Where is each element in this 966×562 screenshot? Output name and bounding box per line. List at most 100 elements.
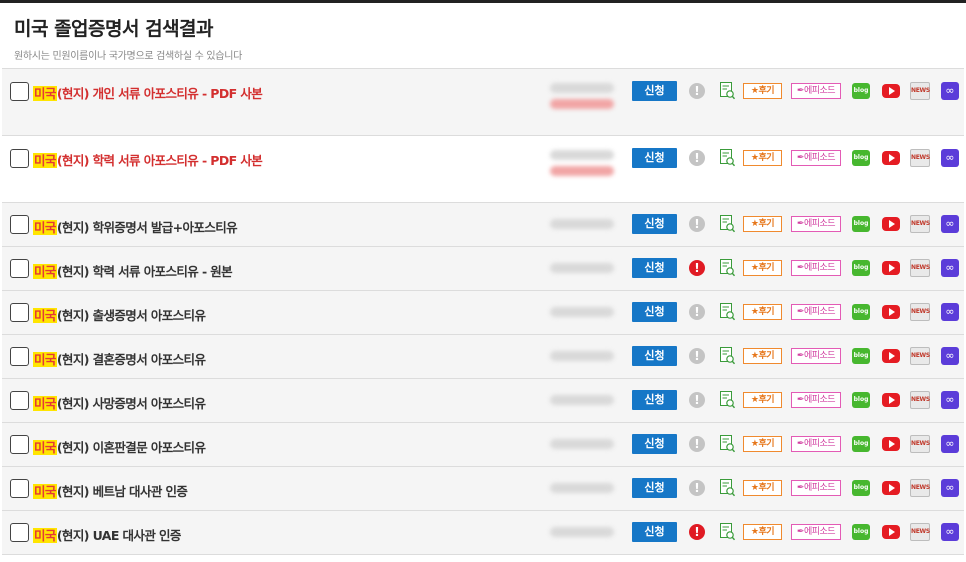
info-icon[interactable]: ! xyxy=(689,260,705,276)
episode-button[interactable]: ✒에피소드 xyxy=(791,524,841,540)
news-icon[interactable]: NEWS xyxy=(910,82,930,100)
blog-icon[interactable]: blog xyxy=(852,436,870,452)
select-checkbox[interactable] xyxy=(10,347,29,366)
apply-button[interactable]: 신청 xyxy=(632,258,677,278)
item-name[interactable]: 미국(현지) 베트남 대사관 인증 xyxy=(33,481,188,500)
news-icon[interactable]: NEWS xyxy=(910,303,930,321)
document-search-icon[interactable] xyxy=(720,149,735,167)
news-icon[interactable]: NEWS xyxy=(910,347,930,365)
link-icon[interactable]: ∞ xyxy=(941,215,959,233)
select-checkbox[interactable] xyxy=(10,435,29,454)
link-icon[interactable]: ∞ xyxy=(941,523,959,541)
blog-icon[interactable]: blog xyxy=(852,480,870,496)
review-button[interactable]: ★후기 xyxy=(743,150,782,166)
blog-icon[interactable]: blog xyxy=(852,524,870,540)
apply-button[interactable]: 신청 xyxy=(632,478,677,498)
blog-icon[interactable]: blog xyxy=(852,216,870,232)
select-checkbox[interactable] xyxy=(10,215,29,234)
youtube-icon[interactable] xyxy=(882,525,900,539)
info-icon[interactable]: ! xyxy=(689,348,705,364)
link-icon[interactable]: ∞ xyxy=(941,149,959,167)
review-button[interactable]: ★후기 xyxy=(743,304,782,320)
news-icon[interactable]: NEWS xyxy=(910,215,930,233)
item-name[interactable]: 미국(현지) 결혼증명서 아포스티유 xyxy=(33,349,206,368)
apply-button[interactable]: 신청 xyxy=(632,434,677,454)
apply-button[interactable]: 신청 xyxy=(632,81,677,101)
youtube-icon[interactable] xyxy=(882,481,900,495)
review-button[interactable]: ★후기 xyxy=(743,436,782,452)
blog-icon[interactable]: blog xyxy=(852,150,870,166)
blog-icon[interactable]: blog xyxy=(852,83,870,99)
info-icon[interactable]: ! xyxy=(689,524,705,540)
link-icon[interactable]: ∞ xyxy=(941,303,959,321)
document-search-icon[interactable] xyxy=(720,479,735,497)
news-icon[interactable]: NEWS xyxy=(910,479,930,497)
youtube-icon[interactable] xyxy=(882,217,900,231)
document-search-icon[interactable] xyxy=(720,347,735,365)
news-icon[interactable]: NEWS xyxy=(910,435,930,453)
info-icon[interactable]: ! xyxy=(689,216,705,232)
youtube-icon[interactable] xyxy=(882,393,900,407)
blog-icon[interactable]: blog xyxy=(852,348,870,364)
youtube-icon[interactable] xyxy=(882,84,900,98)
blog-icon[interactable]: blog xyxy=(852,304,870,320)
document-search-icon[interactable] xyxy=(720,259,735,277)
item-name[interactable]: 미국(현지) 출생증명서 아포스티유 xyxy=(33,305,206,324)
episode-button[interactable]: ✒에피소드 xyxy=(791,83,841,99)
select-checkbox[interactable] xyxy=(10,391,29,410)
review-button[interactable]: ★후기 xyxy=(743,216,782,232)
link-icon[interactable]: ∞ xyxy=(941,435,959,453)
youtube-icon[interactable] xyxy=(882,305,900,319)
youtube-icon[interactable] xyxy=(882,349,900,363)
episode-button[interactable]: ✒에피소드 xyxy=(791,150,841,166)
select-checkbox[interactable] xyxy=(10,82,29,101)
select-checkbox[interactable] xyxy=(10,479,29,498)
document-search-icon[interactable] xyxy=(720,82,735,100)
link-icon[interactable]: ∞ xyxy=(941,82,959,100)
apply-button[interactable]: 신청 xyxy=(632,522,677,542)
item-name[interactable]: 미국(현지) 학력 서류 아포스티유 - PDF 사본 xyxy=(33,150,263,169)
item-name[interactable]: 미국(현지) UAE 대사관 인증 xyxy=(33,525,181,544)
link-icon[interactable]: ∞ xyxy=(941,259,959,277)
review-button[interactable]: ★후기 xyxy=(743,260,782,276)
info-icon[interactable]: ! xyxy=(689,304,705,320)
episode-button[interactable]: ✒에피소드 xyxy=(791,216,841,232)
info-icon[interactable]: ! xyxy=(689,83,705,99)
link-icon[interactable]: ∞ xyxy=(941,479,959,497)
episode-button[interactable]: ✒에피소드 xyxy=(791,480,841,496)
link-icon[interactable]: ∞ xyxy=(941,347,959,365)
document-search-icon[interactable] xyxy=(720,523,735,541)
review-button[interactable]: ★후기 xyxy=(743,392,782,408)
episode-button[interactable]: ✒에피소드 xyxy=(791,436,841,452)
select-checkbox[interactable] xyxy=(10,149,29,168)
item-name[interactable]: 미국(현지) 개인 서류 아포스티유 - PDF 사본 xyxy=(33,83,263,102)
item-name[interactable]: 미국(현지) 사망증명서 아포스티유 xyxy=(33,393,206,412)
link-icon[interactable]: ∞ xyxy=(941,391,959,409)
blog-icon[interactable]: blog xyxy=(852,392,870,408)
review-button[interactable]: ★후기 xyxy=(743,524,782,540)
apply-button[interactable]: 신청 xyxy=(632,214,677,234)
select-checkbox[interactable] xyxy=(10,259,29,278)
review-button[interactable]: ★후기 xyxy=(743,480,782,496)
apply-button[interactable]: 신청 xyxy=(632,302,677,322)
blog-icon[interactable]: blog xyxy=(852,260,870,276)
episode-button[interactable]: ✒에피소드 xyxy=(791,392,841,408)
news-icon[interactable]: NEWS xyxy=(910,523,930,541)
select-checkbox[interactable] xyxy=(10,303,29,322)
info-icon[interactable]: ! xyxy=(689,392,705,408)
episode-button[interactable]: ✒에피소드 xyxy=(791,348,841,364)
news-icon[interactable]: NEWS xyxy=(910,259,930,277)
youtube-icon[interactable] xyxy=(882,151,900,165)
apply-button[interactable]: 신청 xyxy=(632,148,677,168)
apply-button[interactable]: 신청 xyxy=(632,390,677,410)
info-icon[interactable]: ! xyxy=(689,480,705,496)
document-search-icon[interactable] xyxy=(720,435,735,453)
item-name[interactable]: 미국(현지) 학위증명서 발급+아포스티유 xyxy=(33,217,238,236)
review-button[interactable]: ★후기 xyxy=(743,83,782,99)
info-icon[interactable]: ! xyxy=(689,150,705,166)
news-icon[interactable]: NEWS xyxy=(910,391,930,409)
episode-button[interactable]: ✒에피소드 xyxy=(791,304,841,320)
youtube-icon[interactable] xyxy=(882,437,900,451)
youtube-icon[interactable] xyxy=(882,261,900,275)
select-checkbox[interactable] xyxy=(10,523,29,542)
